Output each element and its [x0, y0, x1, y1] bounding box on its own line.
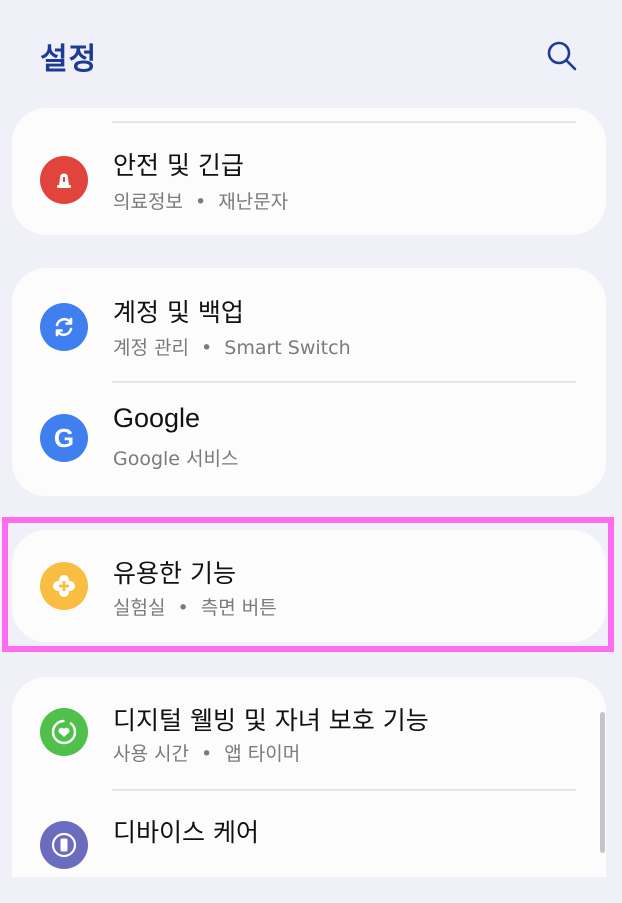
settings-item-accounts[interactable]: 계정 및 백업 계정 관리 • Smart Switch: [12, 274, 606, 384]
battery-icon: [40, 821, 88, 869]
item-title: 디바이스 케어: [113, 818, 259, 847]
settings-item-device-care[interactable]: 디바이스 케어: [12, 793, 606, 903]
divider: [112, 789, 576, 791]
divider: [112, 121, 576, 123]
heart-icon: [40, 708, 88, 756]
highlight-frame: [2, 517, 614, 652]
search-button[interactable]: [540, 34, 584, 78]
settings-item-safety[interactable]: 안전 및 긴급 의료정보 • 재난문자: [12, 125, 606, 235]
siren-icon: [40, 156, 88, 204]
item-title: 안전 및 긴급: [113, 151, 244, 180]
item-subtitle: 의료정보 • 재난문자: [113, 191, 289, 213]
divider: [112, 381, 576, 383]
settings-card-wellbeing: 디지털 웰빙 및 자녀 보호 기능 사용 시간 • 앱 타이머 디바이스 케어: [12, 677, 606, 877]
search-icon: [547, 41, 577, 71]
item-subtitle: Google 서비스: [113, 448, 239, 470]
settings-card-safety: 안전 및 긴급 의료정보 • 재난문자: [12, 108, 606, 235]
item-subtitle: 계정 관리 • Smart Switch: [113, 337, 351, 359]
page-title: 설정: [40, 42, 98, 77]
item-title: Google: [113, 403, 201, 433]
item-title: 디지털 웰빙 및 자녀 보호 기능: [113, 706, 429, 735]
google-icon: G: [40, 414, 88, 462]
item-title: 계정 및 백업: [113, 298, 244, 327]
scrollbar[interactable]: [600, 712, 605, 853]
sync-icon: [40, 303, 88, 351]
item-subtitle: 사용 시간 • 앱 타이머: [113, 743, 301, 765]
settings-item-wellbeing[interactable]: 디지털 웰빙 및 자녀 보호 기능 사용 시간 • 앱 타이머: [12, 677, 606, 787]
settings-item-google[interactable]: G Google Google 서비스: [12, 385, 606, 495]
settings-card-accounts: 계정 및 백업 계정 관리 • Smart Switch G Google Go…: [12, 268, 606, 496]
header: 설정: [0, 0, 622, 105]
